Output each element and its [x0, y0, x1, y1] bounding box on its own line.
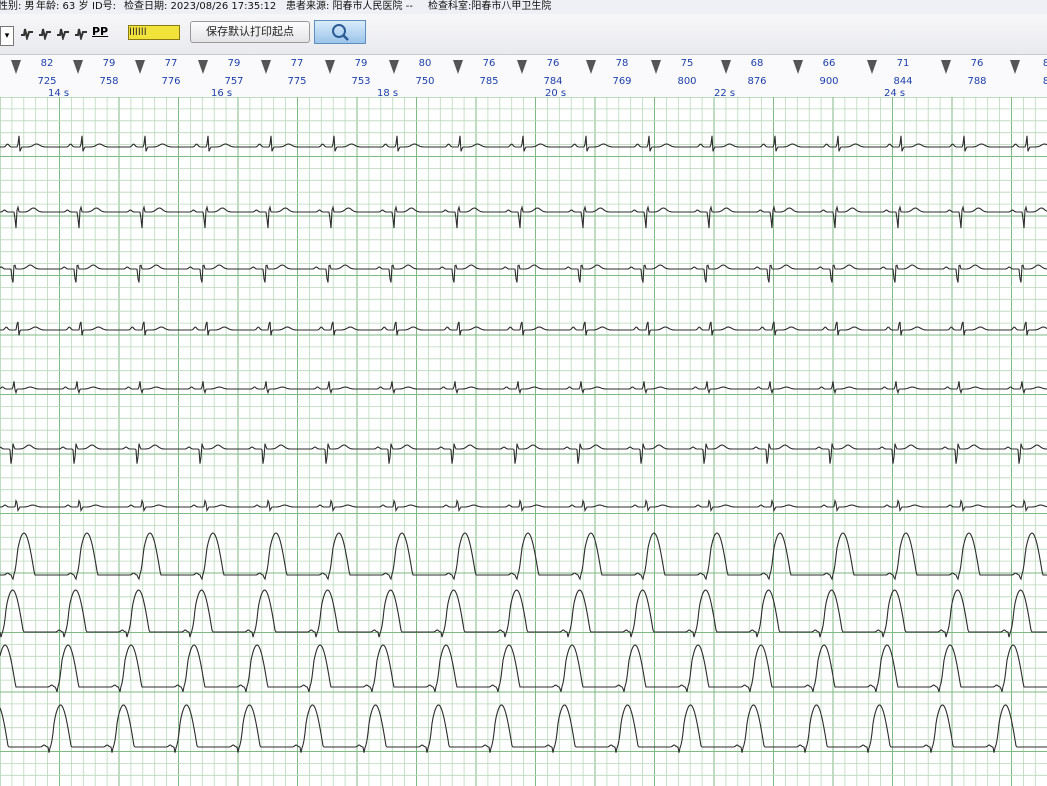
rr-interval-label: 775 [287, 76, 306, 87]
heart-rate-label: 79 [228, 58, 241, 69]
pp-button[interactable]: PP [92, 25, 108, 38]
beat-marker-icon[interactable] [721, 60, 731, 74]
beat-annotation-strip: 8272579758777767975777775797538075076785… [0, 55, 1047, 100]
gender-text: 性别: 男 [0, 1, 35, 12]
patient-info-bar: 性别: 男 年龄: 63 岁 ID号: 检查日期: 2023/08/26 17:… [0, 0, 1047, 14]
rr-interval-label: 757 [224, 76, 243, 87]
heart-rate-label: 79 [103, 58, 116, 69]
ruler-indicator[interactable]: ⅠⅠⅠⅠⅠⅠ [128, 25, 180, 40]
rr-interval-label: 758 [99, 76, 118, 87]
beat-marker-icon[interactable] [941, 60, 951, 74]
beat-marker-icon[interactable] [325, 60, 335, 74]
rr-interval-label: 844 [893, 76, 912, 87]
patient-source-text: 患者来源: 阳春市人民医院 -- [286, 1, 413, 12]
search-button[interactable] [314, 20, 366, 44]
rr-interval-label: 776 [161, 76, 180, 87]
heart-rate-label: 68 [751, 58, 764, 69]
heart-rate-label: 80 [419, 58, 432, 69]
heart-rate-label: 71 [897, 58, 910, 69]
beat-marker-icon[interactable] [517, 60, 527, 74]
rr-interval-label: 750 [415, 76, 434, 87]
rr-interval-label: 800 [677, 76, 696, 87]
heart-rate-label: 75 [681, 58, 694, 69]
heart-rate-label: 66 [823, 58, 836, 69]
id-text: ID号: [92, 1, 117, 12]
heart-rate-label: 77 [165, 58, 178, 69]
beat-marker-icon[interactable] [586, 60, 596, 74]
beat-marker-icon[interactable] [261, 60, 271, 74]
rr-interval-label: 753 [351, 76, 370, 87]
rr-interval-label: 769 [612, 76, 631, 87]
rr-interval-label: 784 [543, 76, 562, 87]
rr-interval-label: 725 [37, 76, 56, 87]
search-icon [332, 24, 349, 41]
chevron-down-icon[interactable]: ▾ [0, 26, 14, 46]
heart-rate-label: 76 [547, 58, 560, 69]
exam-date-text: 检查日期: 2023/08/26 17:35:12 [124, 1, 277, 12]
waveform-icon[interactable] [56, 26, 70, 40]
save-default-print-start-button[interactable]: 保存默认打印起点 [190, 21, 310, 43]
age-text: 年龄: 63 岁 [36, 1, 89, 12]
rr-interval-label: 785 [479, 76, 498, 87]
beat-marker-icon[interactable] [135, 60, 145, 74]
toolbar: ▾ PP ⅠⅠⅠⅠⅠⅠ 保存默认打印起点 [0, 14, 1047, 55]
ecg-grid[interactable] [0, 97, 1047, 786]
heart-rate-label: 76 [971, 58, 984, 69]
waveform-icon[interactable] [74, 26, 88, 40]
rr-interval-label: 788 [967, 76, 986, 87]
beat-marker-icon[interactable] [453, 60, 463, 74]
heart-rate-label: 79 [355, 58, 368, 69]
heart-rate-label: 78 [616, 58, 629, 69]
beat-marker-icon[interactable] [867, 60, 877, 74]
heart-rate-label: 82 [41, 58, 54, 69]
waveform-icon[interactable] [20, 26, 34, 40]
beat-marker-icon[interactable] [793, 60, 803, 74]
beat-marker-icon[interactable] [1010, 60, 1020, 74]
rr-interval-label: 900 [819, 76, 838, 87]
beat-marker-icon[interactable] [11, 60, 21, 74]
beat-marker-icon[interactable] [651, 60, 661, 74]
beat-marker-icon[interactable] [73, 60, 83, 74]
exam-dept-text: 检查科室:阳春市八甲卫生院 [428, 1, 552, 12]
rr-interval-label: 8 [1043, 76, 1047, 87]
heart-rate-label: 8 [1043, 58, 1047, 69]
rr-interval-label: 876 [747, 76, 766, 87]
beat-marker-icon[interactable] [198, 60, 208, 74]
waveform-icon[interactable] [38, 26, 52, 40]
heart-rate-label: 76 [483, 58, 496, 69]
heart-rate-label: 77 [291, 58, 304, 69]
beat-marker-icon[interactable] [389, 60, 399, 74]
